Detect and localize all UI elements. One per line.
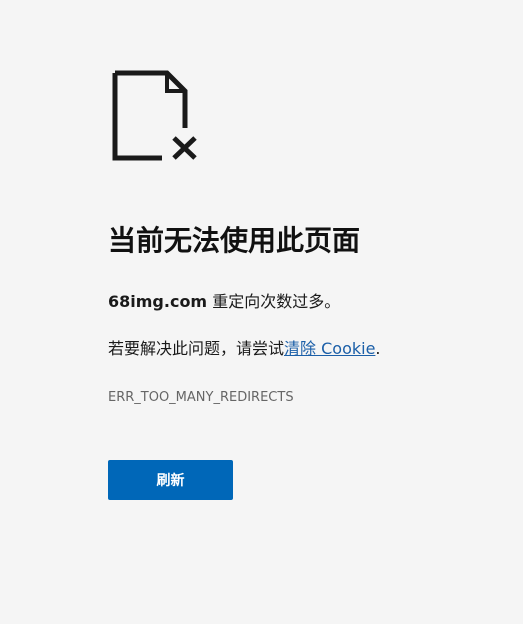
error-host: 68img.com (108, 292, 208, 311)
clear-cookies-link[interactable]: 清除 Cookie (284, 339, 375, 358)
suggestion-suffix: . (375, 339, 381, 358)
suggestion-prefix: 若要解决此问题，请尝试 (108, 339, 285, 358)
suggestion-text: 若要解决此问题，请尝试清除 Cookie. (108, 337, 381, 361)
page-title: 当前无法使用此页面 (108, 224, 361, 257)
error-host-message: 重定向次数过多。 (207, 292, 341, 311)
refresh-button[interactable]: 刷新 (108, 460, 233, 500)
error-message: 68img.com 重定向次数过多。 (108, 290, 340, 314)
error-code: ERR_TOO_MANY_REDIRECTS (108, 390, 294, 405)
error-page: 当前无法使用此页面 68img.com 重定向次数过多。 若要解决此问题，请尝试… (0, 0, 523, 624)
broken-document-icon (112, 70, 197, 161)
